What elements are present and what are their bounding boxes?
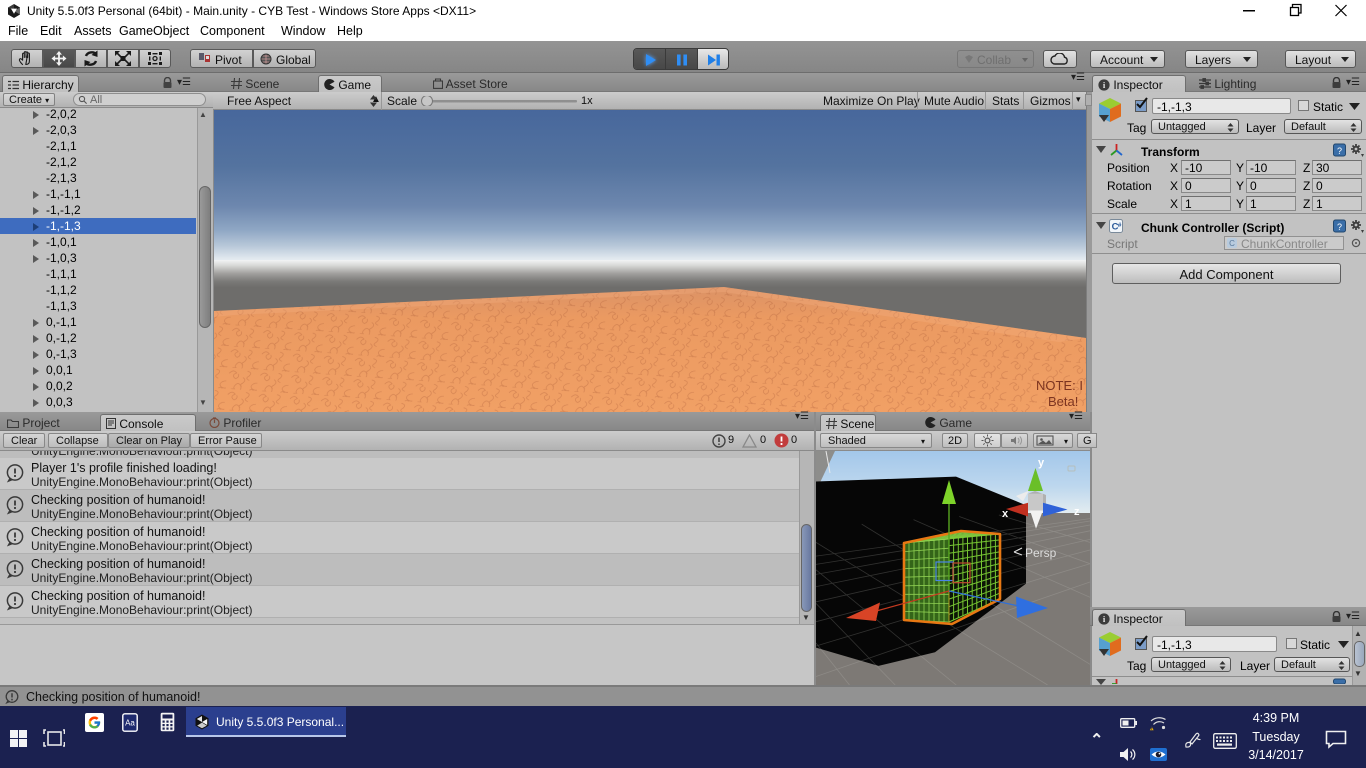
svg-text:Persp: Persp [1025,546,1057,560]
svg-text:C: C [1229,239,1235,248]
svg-text:NOTE: I: NOTE: I [1036,378,1083,393]
svg-text:?: ? [1337,146,1342,156]
svg-text:z: z [1074,506,1080,518]
svg-text:Beta!: Beta! [1048,394,1078,409]
svg-text:?: ? [1337,222,1342,232]
svg-text:Aa: Aa [125,719,135,728]
svg-text:x: x [1002,508,1009,520]
svg-text:#: # [1118,222,1122,229]
svg-text:y: y [1038,457,1045,469]
